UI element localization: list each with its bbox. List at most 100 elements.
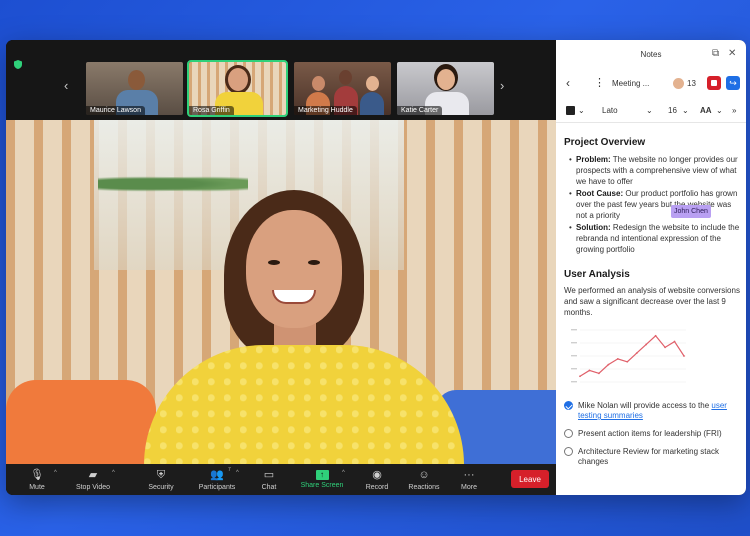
chart-point — [626, 360, 629, 363]
chevron-down-icon[interactable]: ⌄ — [578, 106, 585, 115]
participant-name: Marketing Huddle — [294, 106, 357, 115]
document-title[interactable]: Meeting ... — [612, 79, 649, 88]
speaker-eye — [308, 260, 320, 265]
participant-head — [437, 69, 455, 90]
participant-tile[interactable]: Katie Carter — [395, 60, 496, 117]
todo-item[interactable]: Architecture Review for marketing stack … — [564, 447, 742, 467]
security-shield-icon — [14, 60, 22, 69]
format-toolbar: ⌄ Lato ⌄ 16 ⌄ AA ⌄ » — [556, 102, 746, 120]
chat-button[interactable]: ▭ Chat — [254, 464, 284, 495]
font-family-select[interactable]: Lato — [602, 106, 618, 115]
chart-point — [645, 343, 648, 346]
chat-bubble-icon: ▭ — [263, 468, 275, 481]
chart-point — [588, 369, 591, 372]
chart-point — [607, 363, 610, 366]
more-button[interactable]: ··· More — [454, 464, 484, 495]
participant-head — [366, 76, 379, 91]
participant-strip: ‹ › Maurice Lawson Rosa Griffin Marketin… — [6, 40, 556, 120]
close-icon[interactable]: ✕ — [728, 48, 736, 59]
avatar — [672, 77, 685, 90]
section-heading: Project Overview — [564, 137, 646, 148]
participant-name: Maurice Lawson — [86, 106, 145, 115]
participant-head — [339, 70, 352, 85]
caret-up-icon[interactable]: ^ — [54, 470, 57, 476]
toolbar-divider — [556, 122, 746, 123]
video-camera-icon: ▰ — [88, 468, 98, 481]
checked-circle-icon[interactable] — [564, 401, 573, 410]
more-dots-icon: ··· — [463, 468, 475, 481]
stop-video-button[interactable]: ▰ Stop Video — [68, 464, 118, 495]
mute-button[interactable]: 🎙 Mute — [20, 464, 54, 495]
active-speaker-video — [6, 120, 556, 464]
text-style-select[interactable]: AA — [700, 106, 712, 115]
participant-head — [228, 68, 248, 91]
chart-tick-label — [571, 342, 577, 344]
more-tools-icon[interactable]: » — [732, 106, 736, 115]
participant-tile-active[interactable]: Rosa Griffin — [187, 60, 288, 117]
notes-content[interactable]: Project Overview Problem: The website no… — [564, 130, 742, 467]
chevron-down-icon[interactable]: ⌄ — [646, 106, 653, 115]
root-cause-label: Root Cause: — [576, 189, 624, 198]
reactions-button[interactable]: ☺ Reactions — [402, 464, 446, 495]
participant-torso — [360, 92, 384, 115]
chevron-left-icon[interactable]: ‹ — [64, 78, 68, 93]
caret-up-icon[interactable]: ^ — [236, 470, 239, 476]
meeting-window: ‹ › Maurice Lawson Rosa Griffin Marketin… — [6, 40, 746, 495]
chart-point — [673, 340, 676, 343]
text-color-swatch[interactable] — [566, 106, 575, 115]
record-button[interactable]: ◉ Record — [360, 464, 394, 495]
section-heading: User Analysis — [564, 269, 630, 280]
chevron-down-icon[interactable]: ⌄ — [716, 106, 723, 115]
background-plants — [98, 175, 248, 193]
chart-tick-label — [571, 368, 577, 370]
unchecked-circle-icon[interactable] — [564, 447, 573, 456]
todo-text: Architecture Review for marketing stack … — [578, 447, 719, 466]
chart-point — [579, 375, 581, 378]
todo-item[interactable]: Present action items for leadership (FRI… — [564, 429, 742, 439]
attendee-count: 13 — [687, 79, 696, 88]
font-size-select[interactable]: 16 — [668, 106, 677, 115]
chart-point — [635, 352, 638, 355]
participant-count-badge: 7 — [228, 467, 231, 473]
leave-button[interactable]: Leave — [511, 470, 549, 488]
chart-point — [598, 372, 600, 375]
notes-panel: Notes ⧉ ✕ ‹ ⋮ Meeting ... 13 ↪ ⌄ Lato ⌄ … — [556, 40, 746, 495]
list-item: Solution: Redesign the website to includ… — [569, 222, 742, 255]
todo-item[interactable]: Mike Nolan will provide access to the us… — [564, 401, 742, 421]
participants-label: Participants — [198, 483, 236, 491]
reactions-icon: ☺ — [418, 468, 430, 481]
participants-icon: 👥 — [210, 468, 224, 481]
list-item: Root Cause: Our product portfolio has gr… — [569, 188, 742, 221]
more-vertical-icon[interactable]: ⋮ — [594, 76, 605, 89]
share-arrow-icon[interactable]: ↪ — [726, 76, 740, 90]
collaborator-cursor-label: John Chen — [671, 205, 711, 218]
overview-list: Problem: The website no longer provides … — [564, 154, 742, 255]
caret-up-icon[interactable]: ^ — [342, 470, 345, 476]
chart-point — [683, 355, 685, 357]
chevron-down-icon[interactable]: ⌄ — [682, 106, 689, 115]
chart-point — [664, 346, 666, 349]
back-chevron-icon[interactable]: ‹ — [566, 76, 570, 90]
orange-cushion — [6, 380, 156, 464]
stop-record-button[interactable] — [707, 76, 721, 90]
record-label: Record — [365, 483, 389, 491]
chart-tick-label — [571, 355, 577, 357]
share-screen-icon: ↑ — [315, 470, 329, 480]
pop-out-icon[interactable]: ⧉ — [712, 48, 719, 59]
stop-video-label: Stop Video — [75, 483, 111, 491]
share-screen-label: Share Screen — [300, 482, 344, 489]
participant-head — [128, 70, 145, 90]
share-screen-button[interactable]: ↑ Share Screen — [296, 464, 348, 495]
meeting-controls-bar: 🎙 Mute ^ ▰ Stop Video ^ ⛨ Security 👥 Par… — [6, 464, 556, 495]
chat-label: Chat — [261, 483, 277, 491]
unchecked-circle-icon[interactable] — [564, 429, 573, 438]
chart-tick-label — [571, 381, 577, 383]
participant-tile[interactable]: Marketing Huddle — [292, 60, 393, 117]
reactions-label: Reactions — [408, 483, 440, 491]
security-button[interactable]: ⛨ Security — [144, 464, 178, 495]
chevron-right-icon[interactable]: › — [500, 78, 504, 93]
caret-up-icon[interactable]: ^ — [112, 470, 115, 476]
participants-button[interactable]: 👥 Participants — [192, 464, 242, 495]
record-icon: ◉ — [372, 468, 382, 481]
participant-tile[interactable]: Maurice Lawson — [84, 60, 185, 117]
